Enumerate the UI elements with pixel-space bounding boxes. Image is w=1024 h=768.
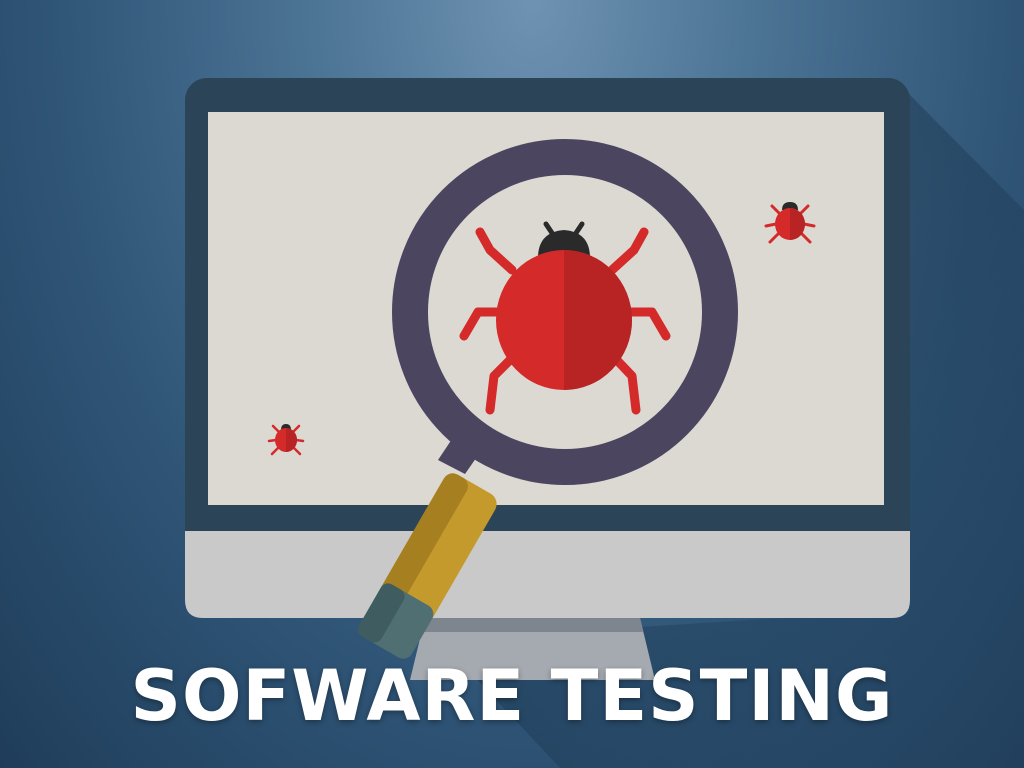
monitor-bottom-bezel <box>185 530 910 618</box>
monitor-stand-shade <box>422 618 643 632</box>
monitor-bezel-divider <box>185 527 910 531</box>
page-title: SOFWARE TESTING <box>130 655 894 737</box>
